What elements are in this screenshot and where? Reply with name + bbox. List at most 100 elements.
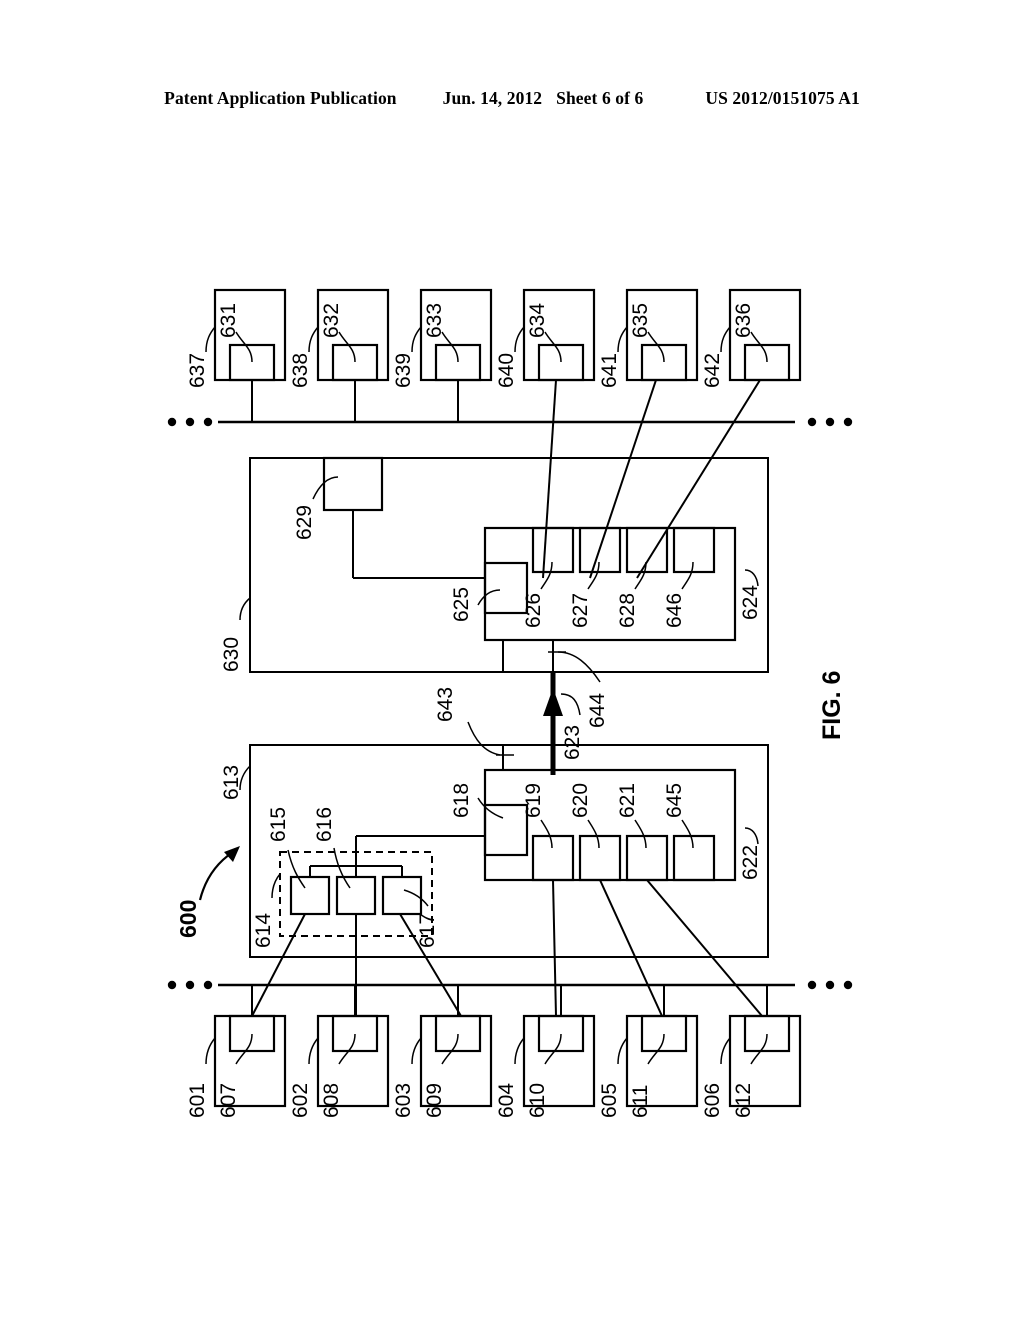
label-628: 628 [616,593,639,628]
label-614: 614 [252,913,275,948]
leader-601 [205,1037,216,1065]
leader-640 [514,326,525,353]
figure-caption: FIG. 6 [818,671,846,740]
leader-604 [514,1037,525,1065]
upper-port-box-646 [672,526,716,590]
leader-605 [617,1037,628,1065]
lower-container-613 [249,744,769,958]
lower-port-box-619 [531,819,575,882]
label-641: 641 [598,353,621,388]
label-601: 601 [186,1083,209,1118]
label-604: 604 [495,1083,518,1118]
lower-port-box-621 [625,819,669,882]
lower-port-box-645 [672,819,716,882]
label-603: 603 [392,1083,415,1118]
top-device-6 [636,288,802,579]
upper-edge-module-629 [312,456,485,579]
label-615: 615 [267,807,290,842]
leader-623 [560,693,581,716]
label-611: 611 [629,1085,652,1118]
lower-port-618 [477,797,529,857]
leader-606 [720,1037,731,1065]
bus-ellipsis-dot [185,980,195,990]
label-629: 629 [293,505,316,540]
lower-group-box-616 [333,847,377,916]
label-624: 624 [739,585,762,620]
bus-ellipsis-dot [203,980,213,990]
lower-group-box-615 [287,849,331,916]
leader-638 [308,326,319,353]
label-627: 627 [569,593,592,628]
leader-622 [744,827,759,845]
label-606: 606 [701,1083,724,1118]
label-608: 608 [320,1083,343,1118]
system-callout-600 [198,846,240,901]
label-616: 616 [313,807,336,842]
bus-ellipsis-dot [843,417,853,427]
label-636: 636 [732,303,755,338]
upper-port-box-626 [531,526,575,590]
label-644: 644 [586,693,609,728]
label-605: 605 [598,1083,621,1118]
bus-ellipsis-dot [843,980,853,990]
label-621: 621 [616,783,639,818]
label-640: 640 [495,353,518,388]
leader-639 [411,326,422,353]
bus-ellipsis-dot [807,417,817,427]
lower-port-box-620 [578,819,622,882]
leader-630 [239,597,251,621]
upper-port-box-627 [578,526,622,590]
leader-641 [617,326,628,353]
label-618: 618 [450,783,473,818]
bus-ellipsis-dot [807,980,817,990]
upper-port-625 [477,561,529,615]
label-639: 639 [392,353,415,388]
bus-ellipsis-dot [825,417,835,427]
label-619: 619 [522,783,545,818]
label-637: 637 [186,353,209,388]
leader-637 [205,326,216,353]
figure-6-drawing: 637 638 639 640 641 642 631 632 633 634 … [0,0,1024,1320]
label-626: 626 [522,593,545,628]
label-610: 610 [526,1083,549,1118]
lower-group-box-617 [381,875,429,916]
label-607: 607 [217,1083,240,1118]
label-642: 642 [701,353,724,388]
leader-642 [720,326,731,353]
bus-ellipsis-dot [185,417,195,427]
bus-ellipsis-dot [825,980,835,990]
leader-602 [308,1037,319,1065]
label-635: 635 [629,303,652,338]
label-602: 602 [289,1083,312,1118]
label-609: 609 [423,1083,446,1118]
leader-614 [271,873,281,899]
label-617: 617 [416,913,439,948]
label-634: 634 [526,303,549,338]
label-646: 646 [663,593,686,628]
link-620-to-611 [599,879,663,1017]
label-638: 638 [289,353,312,388]
leader-624 [744,569,759,587]
label-622: 622 [739,845,762,880]
top-network-bus [167,417,853,427]
label-620: 620 [569,783,592,818]
tap-643 [467,721,514,756]
link-619-to-610 [552,879,557,1017]
label-631: 631 [217,303,240,338]
upper-port-box-628 [625,526,669,590]
bus-ellipsis-dot [203,417,213,427]
bus-ellipsis-dot [167,980,177,990]
label-612: 612 [732,1083,755,1118]
bus-ellipsis-dot [167,417,177,427]
label-643: 643 [434,687,457,722]
label-630: 630 [220,637,243,672]
label-632: 632 [320,303,343,338]
label-613: 613 [220,765,243,800]
label-600: 600 [175,900,201,938]
label-633: 633 [423,303,446,338]
label-645: 645 [663,783,686,818]
tap-644 [548,651,601,683]
label-625: 625 [450,587,473,622]
label-623: 623 [561,725,584,760]
leader-603 [411,1037,422,1065]
